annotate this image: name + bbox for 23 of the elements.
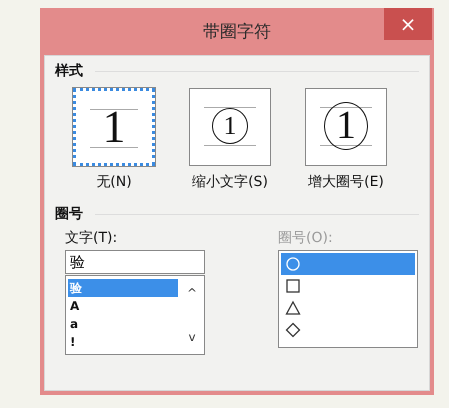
- window-title: 带圈字符: [203, 21, 271, 43]
- style-preview[interactable]: 1: [73, 88, 155, 166]
- diamond-icon: [285, 322, 301, 338]
- text-list-item[interactable]: !: [68, 333, 178, 351]
- style-preview[interactable]: 1: [305, 88, 387, 166]
- text-label: 文字(T):: [65, 229, 118, 247]
- text-list-item[interactable]: a: [68, 315, 178, 333]
- style-label: 缩小文字(S): [192, 173, 268, 191]
- circle-icon: [285, 256, 301, 272]
- text-field[interactable]: 验: [65, 250, 205, 274]
- section-heading: 样式: [55, 62, 83, 80]
- text-list-item[interactable]: A: [68, 297, 178, 315]
- style-label: 无(N): [96, 173, 132, 191]
- style-label: 增大圈号(E): [308, 173, 384, 191]
- triangle-icon: [285, 300, 301, 316]
- scroll-up-button[interactable]: ^: [186, 286, 198, 300]
- text-listbox[interactable]: 验 A a ! ^ v: [65, 275, 205, 355]
- close-button[interactable]: ×: [384, 8, 432, 40]
- square-icon: [285, 278, 301, 294]
- enclosure-label: 圈号(O):: [278, 229, 334, 247]
- scroll-down-button[interactable]: v: [188, 330, 196, 344]
- style-preview[interactable]: 1: [189, 88, 271, 166]
- section-heading: 圈号: [55, 205, 83, 223]
